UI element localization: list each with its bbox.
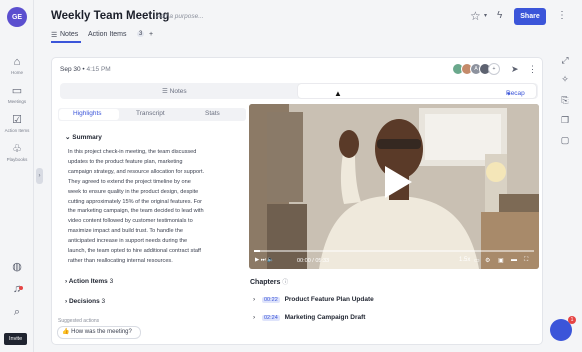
meeting-date: Sep 30 bbox=[60, 66, 81, 73]
calendar-icon: ▭ bbox=[11, 85, 23, 97]
sparkle-icon[interactable]: ✧ bbox=[548, 74, 582, 85]
video-time-display: 00:00 / 05:33 bbox=[297, 258, 330, 264]
summary-text: In this project check-in meeting, the te… bbox=[68, 149, 205, 264]
chapters-title: Chapters bbox=[250, 279, 281, 286]
chapter-item[interactable]: › 02:24 Marketing Campaign Draft bbox=[253, 314, 365, 321]
section-action-items[interactable]: › Action Items 3 bbox=[65, 278, 113, 285]
section-label: Action Items bbox=[68, 278, 108, 285]
video-progress-track[interactable] bbox=[254, 250, 534, 252]
chevron-down-icon[interactable]: ▾ bbox=[484, 12, 487, 19]
subtab-transcript[interactable]: Transcript bbox=[136, 110, 165, 117]
toggle-notes-label: Notes bbox=[169, 88, 187, 95]
checkbox-icon: ☑ bbox=[12, 114, 22, 126]
home-icon: ⌂ bbox=[13, 56, 21, 68]
sidebar-item-home[interactable]: ⌂ Home bbox=[0, 56, 34, 75]
chevron-right-icon: › bbox=[253, 314, 256, 321]
theater-icon[interactable]: ▬ bbox=[511, 257, 517, 263]
sidebar-item-meetings[interactable]: ▭ Meetings bbox=[0, 85, 34, 104]
sidebar-item-label: Home bbox=[10, 70, 23, 75]
section-count: 3 bbox=[109, 278, 114, 285]
chat-badge: 1 bbox=[568, 316, 576, 324]
sidebar-item-playbooks[interactable]: ♧ Playbooks bbox=[0, 143, 34, 162]
suggested-question-chip[interactable]: 👍 How was the meeting? bbox=[57, 326, 141, 339]
play-small-icon[interactable]: ▶ bbox=[255, 257, 259, 263]
play-icon[interactable] bbox=[383, 165, 413, 199]
skip-icon[interactable]: ⏭ bbox=[261, 257, 266, 263]
captions-icon[interactable]: ▭ bbox=[474, 257, 480, 264]
mouse-cursor-icon: ▲ bbox=[334, 89, 342, 98]
section-label: Decisions bbox=[68, 298, 100, 305]
toggle-recap-label: Recap bbox=[506, 90, 525, 97]
suggested-question-text: How was the meeting? bbox=[71, 329, 132, 335]
collapse-sidebar-handle[interactable]: › bbox=[36, 168, 43, 184]
tab-notes[interactable]: Notes bbox=[60, 31, 78, 38]
chapters-header: Chapters ⓘ bbox=[250, 277, 288, 286]
send-icon[interactable]: ➤ bbox=[511, 64, 519, 75]
toggle-notes[interactable]: ☰ Notes bbox=[162, 87, 187, 95]
chat-icon[interactable]: ▢ bbox=[548, 135, 582, 146]
share-box-icon[interactable]: ⎘ bbox=[548, 95, 582, 106]
chapter-name: Product Feature Plan Update bbox=[284, 296, 374, 303]
meeting-datetime[interactable]: Sep 30 • 4:15 PM bbox=[60, 66, 111, 73]
page-title[interactable]: Weekly Team Meeting bbox=[51, 10, 169, 22]
suggested-actions-label: Suggested actions bbox=[58, 318, 100, 324]
chapter-time[interactable]: 00:22 bbox=[261, 297, 280, 303]
star-icon[interactable]: ☆ bbox=[470, 9, 481, 23]
bell-icon[interactable]: ♫ bbox=[0, 283, 34, 295]
sidebar-item-action-items[interactable]: ☑ Action Items bbox=[0, 114, 34, 133]
fullscreen-icon[interactable]: ⛶ bbox=[524, 257, 528, 264]
summary-title: Summary bbox=[72, 134, 102, 141]
invite-tooltip[interactable]: Invite bbox=[4, 333, 28, 345]
share-button[interactable]: Share bbox=[514, 8, 546, 25]
sidebar-item-label: Meetings bbox=[7, 99, 27, 104]
section-decisions[interactable]: › Decisions 3 bbox=[65, 298, 105, 305]
playbook-icon: ♧ bbox=[12, 143, 22, 155]
pip-icon[interactable]: ▣ bbox=[498, 257, 504, 264]
list-icon: ☰ bbox=[162, 88, 170, 95]
chapter-item[interactable]: › 00:22 Product Feature Plan Update bbox=[253, 296, 374, 303]
chapter-name: Marketing Campaign Draft bbox=[284, 314, 366, 321]
left-sidebar: GE ⌂ Home ▭ Meetings ☑ Action Items ♧ Pl… bbox=[0, 0, 34, 352]
chapter-time[interactable]: 02:24 bbox=[261, 315, 280, 321]
playback-speed-button[interactable]: 1.5x bbox=[459, 257, 470, 263]
settings-icon[interactable]: ⚙ bbox=[485, 257, 490, 264]
tab-count-badge: 3 bbox=[137, 31, 145, 37]
video-controls-left: ▶ ⏭ 🔈 bbox=[255, 257, 274, 264]
section-count: 3 bbox=[101, 298, 106, 305]
layers-icon[interactable]: ❐ bbox=[548, 115, 582, 126]
thumbs-up-icon: 👍 bbox=[62, 329, 72, 335]
expand-icon[interactable]: ⤢ bbox=[548, 55, 582, 66]
volume-icon[interactable]: 🔈 bbox=[267, 257, 274, 263]
subtab-stats[interactable]: Stats bbox=[205, 110, 220, 117]
purpose-input[interactable]: Add a purpose... bbox=[156, 13, 204, 20]
more-options-icon[interactable]: ⋮ bbox=[557, 10, 567, 21]
active-tab-underline bbox=[51, 41, 81, 43]
workspace-logo[interactable]: GE bbox=[7, 7, 27, 27]
chat-bubbles-icon[interactable]: ◍ bbox=[0, 260, 34, 273]
add-tab-button[interactable]: + bbox=[149, 31, 153, 38]
meeting-time: 4:15 PM bbox=[86, 66, 111, 73]
info-icon[interactable]: ⓘ bbox=[282, 280, 288, 286]
notification-badge bbox=[19, 286, 23, 290]
chevron-right-icon: › bbox=[253, 296, 256, 303]
add-participant-icon[interactable]: + bbox=[488, 63, 500, 75]
tab-action-items[interactable]: Action Items bbox=[88, 31, 127, 38]
bolt-icon[interactable]: ϟ bbox=[497, 10, 502, 21]
subtab-highlights[interactable]: Highlights bbox=[73, 110, 102, 117]
more-options-icon[interactable]: ⋮ bbox=[528, 64, 537, 75]
sidebar-item-label: Playbooks bbox=[6, 157, 28, 162]
list-icon: ☰ bbox=[51, 32, 58, 39]
sidebar-item-label: Action Items bbox=[4, 128, 30, 133]
summary-header[interactable]: ⌄ Summary bbox=[65, 133, 102, 141]
search-icon[interactable]: ⌕ bbox=[0, 306, 34, 319]
video-progress-fill bbox=[254, 250, 260, 252]
